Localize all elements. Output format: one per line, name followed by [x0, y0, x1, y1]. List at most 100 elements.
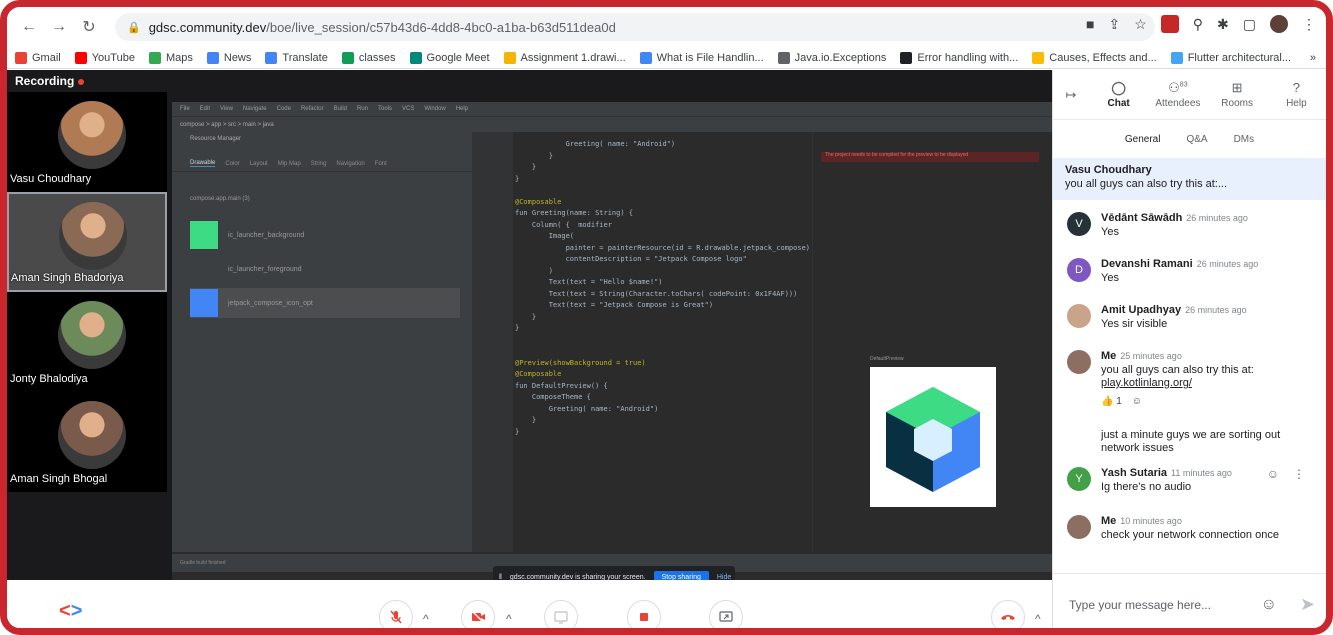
forward-icon[interactable]: → [47, 15, 71, 39]
gdsc-logo-icon: <> [59, 600, 83, 622]
add-reaction-icon[interactable]: ☺ [1132, 396, 1142, 407]
react-icon[interactable]: ☺ [1267, 467, 1279, 481]
ide-menu-item[interactable]: Navigate [243, 106, 267, 112]
panel-tab-chat[interactable]: ◯ Chat [1089, 80, 1148, 109]
extension-icon[interactable] [1160, 15, 1179, 33]
chat-subtab[interactable]: Q&A [1186, 134, 1207, 145]
bookmark-item[interactable]: Google Meet [409, 51, 490, 64]
bookmark-item[interactable]: Causes, Effects and... [1032, 51, 1157, 64]
mic-off-icon[interactable] [379, 600, 413, 628]
participant-tile[interactable]: Vasu Choudhary [7, 92, 167, 192]
bookmark-item[interactable]: Java.io.Exceptions [777, 51, 886, 64]
ide-menu-item[interactable]: Tools [378, 106, 392, 112]
ide-menu-item[interactable]: Run [357, 106, 368, 112]
bookmark-item[interactable]: What is File Handlin... [639, 51, 764, 64]
resource-tab[interactable]: Color [225, 161, 239, 167]
ide-menu-item[interactable]: View [220, 106, 233, 112]
message-input[interactable] [1069, 597, 1249, 612]
bookmark-item[interactable]: News [206, 51, 251, 64]
bookmark-item[interactable]: Flutter architectural... [1170, 51, 1291, 64]
profile-avatar[interactable] [1270, 15, 1288, 33]
panel-tab-help[interactable]: ? Help [1267, 80, 1326, 109]
ide-menu-item[interactable]: Help [456, 106, 468, 112]
message-link[interactable]: play.kotlinlang.org/ [1101, 377, 1192, 389]
code-line: } [515, 174, 520, 183]
reaction-chip[interactable]: 👍 1 [1101, 396, 1122, 407]
mic-options-chevron-icon[interactable]: ^ [423, 612, 429, 626]
leave-options-chevron-icon[interactable]: ^ [1035, 612, 1041, 626]
menu-icon[interactable]: ⋮ [1302, 16, 1316, 33]
ide-menu-item[interactable]: File [180, 106, 190, 112]
ide-menu-item[interactable]: VCS [402, 106, 414, 112]
camera-icon[interactable]: ■ [1086, 16, 1094, 32]
bookmark-label: Gmail [32, 51, 61, 64]
share-icon[interactable]: ⇪ [1108, 16, 1120, 33]
bookmark-item[interactable]: classes [341, 51, 396, 64]
bookmark-label: YouTube [91, 51, 135, 64]
code-editor[interactable]: Greeting( name: "Android") } }} @Composab… [472, 132, 812, 552]
preview-label: DefaultPreview [870, 356, 904, 362]
jetpack-compose-logo-icon [886, 387, 980, 492]
send-icon[interactable]: ➤ [1300, 594, 1315, 615]
chat-subtab[interactable]: General [1125, 134, 1161, 145]
ide-menu-item[interactable]: Window [424, 106, 445, 112]
captions-icon[interactable] [544, 600, 578, 628]
reload-icon[interactable]: ↻ [77, 15, 101, 39]
panel-tab-attendees[interactable]: ⚇83 Attendees [1148, 80, 1207, 109]
chat-message[interactable]: D Devanshi Ramani 26 minutes ago Yes [1067, 258, 1317, 285]
resource-tab[interactable]: String [311, 161, 327, 167]
participant-tile[interactable]: Aman Singh Bhadoriya [7, 192, 167, 292]
ide-menu-item[interactable]: Build [334, 106, 347, 112]
resource-item[interactable]: ic_launcher_background [190, 220, 460, 250]
resource-tab[interactable]: Layout [250, 161, 268, 167]
panel-tab-rooms[interactable]: ⊞ Rooms [1208, 80, 1267, 109]
ide-menu-item[interactable]: Code [277, 106, 291, 112]
stop-record-icon[interactable] [627, 600, 661, 628]
avatar: V [1067, 212, 1091, 236]
bookmark-item[interactable]: Error handling with... [900, 51, 1018, 64]
pinned-message[interactable]: Vasu Choudhary you all guys can also try… [1053, 158, 1326, 200]
chat-message[interactable]: Me 10 minutes ago check your network conne… [1067, 515, 1317, 542]
hang-up-icon[interactable] [991, 600, 1025, 628]
bookmark-item[interactable]: Assignment 1.drawi... [503, 51, 626, 64]
resource-tab[interactable]: Drawable [190, 160, 216, 167]
participant-tile[interactable]: Aman Singh Bhogal [7, 392, 167, 492]
collapse-panel-icon[interactable]: ↦ [1053, 87, 1089, 103]
bookmark-label: classes [358, 51, 396, 64]
present-screen-icon[interactable] [709, 600, 743, 628]
search-icon[interactable]: ⚲ [1193, 16, 1203, 33]
ide-menu-item[interactable]: Edit [200, 106, 210, 112]
chat-subtab[interactable]: DMs [1234, 134, 1255, 145]
url-bar[interactable]: 🔒 gdsc.community.dev/boe/live_session/c5… [115, 13, 1155, 41]
message-author: Me [1101, 515, 1117, 527]
back-icon[interactable]: ← [17, 15, 41, 39]
chat-message[interactable]: Amit Upadhyay 26 minutes ago Yes sir visib… [1067, 304, 1317, 331]
code-line: @Composable [515, 370, 562, 378]
chat-message[interactable]: V Vēdānt Sāwādh 26 minutes ago Yes [1067, 212, 1317, 239]
ide-menu-item[interactable]: Refactor [301, 106, 324, 112]
code-line: fun DefaultPreview() { [515, 381, 608, 390]
videocam-off-icon[interactable] [461, 600, 495, 628]
resource-item[interactable]: ic_launcher_foreground [190, 254, 460, 284]
bookmark-item[interactable]: YouTube [74, 51, 135, 64]
chat-message[interactable]: Me 25 minutes ago you all guys can also tr… [1067, 350, 1317, 407]
bookmark-item[interactable]: Gmail [15, 51, 61, 64]
bookmarks-overflow-button[interactable]: » [1310, 52, 1316, 64]
resource-tab[interactable]: Font [375, 161, 387, 167]
chat-message[interactable]: Y ☺ ⋮ Yash Sutaria 11 minutes ago Ig there's … [1067, 467, 1317, 494]
puzzle-icon[interactable]: ✱ [1217, 16, 1229, 33]
camera-options-chevron-icon[interactable]: ^ [506, 612, 512, 626]
emoji-icon[interactable]: ☺ [1261, 596, 1277, 614]
star-icon[interactable]: ☆ [1134, 16, 1147, 33]
resource-tab[interactable]: Navigation [336, 161, 364, 167]
resource-item[interactable]: jetpack_compose_icon_opt [190, 288, 460, 318]
sidebar-icon[interactable]: ▢ [1243, 16, 1256, 33]
chat-message[interactable]: just a minute guys we are sorting out ne… [1067, 427, 1317, 455]
participant-name: Aman Singh Bhogal [10, 473, 108, 485]
bookmark-item[interactable]: Translate [265, 51, 328, 64]
bookmark-item[interactable]: Maps [148, 51, 193, 64]
resource-tab[interactable]: Mip Map [278, 161, 301, 167]
code-line: ComposeTheme { [515, 393, 591, 401]
more-options-icon[interactable]: ⋮ [1293, 467, 1305, 481]
participant-tile[interactable]: Jonty Bhalodiya [7, 292, 167, 392]
